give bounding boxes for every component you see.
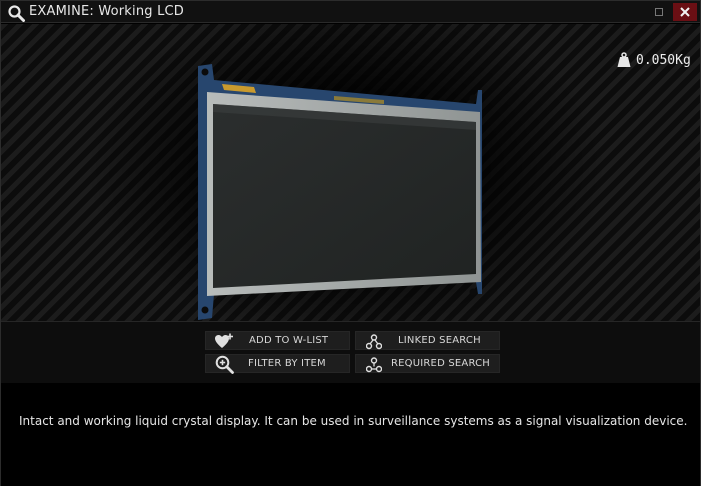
close-x-icon bbox=[680, 7, 690, 17]
heart-plus-icon bbox=[214, 332, 234, 351]
description-panel: Intact and working liquid crystal displa… bbox=[1, 383, 700, 486]
add-to-wlist-label: ADD TO W-LIST bbox=[249, 335, 329, 346]
linked-nodes-icon bbox=[364, 332, 384, 351]
title-bar[interactable]: EXAMINE: Working LCD bbox=[1, 1, 700, 23]
weight-display: 0.050Kg bbox=[617, 51, 691, 69]
magnifier-icon bbox=[8, 5, 25, 22]
required-nodes-icon bbox=[364, 355, 384, 374]
item-viewer[interactable]: 0.050Kg bbox=[1, 24, 700, 321]
linked-search-label: LINKED SEARCH bbox=[398, 335, 481, 346]
minimize-icon bbox=[655, 8, 663, 16]
action-panel: ADD TO W-LIST LINKED SEARCH FILTER BY IT… bbox=[1, 321, 700, 383]
window-title: EXAMINE: Working LCD bbox=[29, 4, 184, 19]
filter-by-item-button[interactable]: FILTER BY ITEM bbox=[205, 354, 350, 374]
required-search-button[interactable]: REQUIRED SEARCH bbox=[355, 354, 500, 373]
weight-value: 0.050Kg bbox=[636, 52, 691, 68]
examine-window: EXAMINE: Working LCD 0.050Kg ADD TO W-LI… bbox=[0, 0, 701, 486]
required-search-label: REQUIRED SEARCH bbox=[391, 358, 491, 369]
working-lcd-image[interactable] bbox=[194, 60, 486, 332]
add-to-wlist-button[interactable]: ADD TO W-LIST bbox=[205, 331, 350, 350]
item-description: Intact and working liquid crystal displa… bbox=[19, 414, 688, 428]
close-button[interactable] bbox=[673, 3, 697, 21]
minimize-button[interactable] bbox=[651, 4, 667, 20]
weight-icon bbox=[617, 52, 631, 67]
linked-search-button[interactable]: LINKED SEARCH bbox=[355, 331, 500, 350]
magnifier-plus-icon bbox=[214, 355, 234, 374]
filter-by-item-label: FILTER BY ITEM bbox=[248, 358, 326, 369]
